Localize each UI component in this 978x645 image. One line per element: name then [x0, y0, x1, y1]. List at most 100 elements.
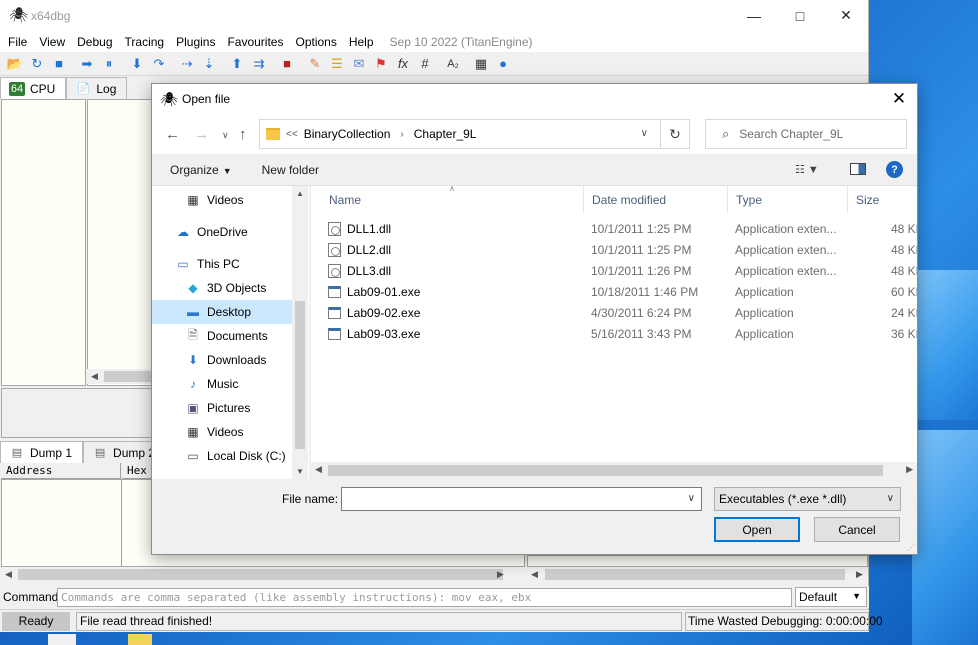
command-input[interactable]: Commands are comma separated (like assem…: [57, 587, 792, 607]
tab-log[interactable]: 📄 Log: [66, 77, 128, 99]
tab-dump-1[interactable]: ▤ Dump 1: [0, 441, 84, 463]
pause-icon[interactable]: ⏸: [98, 54, 120, 74]
menu-plugins[interactable]: Plugins: [170, 35, 221, 49]
menu-favourites[interactable]: Favourites: [221, 35, 289, 49]
file-row[interactable]: DLL3.dll 10/1/2011 1:26 PM Application e…: [311, 260, 917, 281]
cancel-button[interactable]: Cancel: [814, 517, 900, 542]
chevron-down-icon[interactable]: ∨: [641, 128, 648, 139]
scroll-thumb[interactable]: [295, 301, 305, 449]
nav-item-this-pc[interactable]: ▭ This PC: [152, 252, 292, 276]
nav-item-downloads[interactable]: ⬇ Downloads: [152, 348, 292, 372]
nav-item-pictures[interactable]: ▣ Pictures: [152, 396, 292, 420]
nav-item-music[interactable]: ♪ Music: [152, 372, 292, 396]
calculator-icon[interactable]: ▦: [470, 54, 492, 74]
patch-icon[interactable]: ✎: [304, 54, 326, 74]
command-mode-select[interactable]: Default ▼: [795, 587, 867, 607]
file-row[interactable]: Lab09-02.exe 4/30/2011 6:24 PM Applicati…: [311, 302, 917, 323]
column-header-size[interactable]: Size: [848, 186, 917, 213]
execute-till-return-icon[interactable]: ⬆: [226, 54, 248, 74]
column-header-hex[interactable]: Hex: [122, 463, 152, 479]
menu-help[interactable]: Help: [343, 35, 380, 49]
file-row[interactable]: Lab09-03.exe 5/16/2011 3:43 PM Applicati…: [311, 323, 917, 344]
menu-view[interactable]: View: [33, 35, 71, 49]
file-row[interactable]: DLL2.dll 10/1/2011 1:25 PM Application e…: [311, 239, 917, 260]
nav-item-3d-objects[interactable]: ◆ 3D Objects: [152, 276, 292, 300]
variables-icon[interactable]: #: [414, 54, 436, 74]
dump-hscroll[interactable]: ◀ ▶: [1, 567, 525, 582]
scroll-up-icon[interactable]: ▲: [296, 189, 304, 198]
tab-cpu[interactable]: 64 CPU: [0, 77, 67, 99]
help-icon[interactable]: ?: [886, 161, 903, 178]
file-type-select[interactable]: Executables (*.exe *.dll) ∨: [714, 487, 901, 511]
resize-grip-icon[interactable]: ⋰: [907, 543, 915, 552]
scylla-icon[interactable]: ■: [276, 54, 298, 74]
menu-options[interactable]: Options: [289, 35, 342, 49]
refresh-button[interactable]: ↻: [660, 119, 690, 149]
file-row[interactable]: Lab09-01.exe 10/18/2011 1:46 PM Applicat…: [311, 281, 917, 302]
address-bar[interactable]: << BinaryCollection › Chapter_9L ∨: [259, 119, 689, 149]
menu-debug[interactable]: Debug: [71, 35, 118, 49]
scroll-left-icon[interactable]: ◀: [315, 464, 322, 475]
scroll-right-icon[interactable]: ▶: [856, 569, 863, 580]
stop-icon[interactable]: ■: [48, 54, 70, 74]
bookmarks-icon[interactable]: ⚑: [370, 54, 392, 74]
column-header-type[interactable]: Type: [728, 186, 848, 213]
run-icon[interactable]: ➡: [76, 54, 98, 74]
trace-over-icon[interactable]: ⇣: [198, 54, 220, 74]
maximize-button[interactable]: □: [777, 0, 823, 31]
run-to-user-code-icon[interactable]: ⇉: [248, 54, 270, 74]
nav-item-documents[interactable]: 🗎 Documents: [152, 324, 292, 348]
cpu-sidebar-pane[interactable]: [1, 99, 86, 386]
scroll-left-icon[interactable]: ◀: [5, 569, 12, 580]
file-list-hscroll[interactable]: ◀ ▶: [311, 462, 917, 479]
column-header-date[interactable]: Date modified: [584, 186, 728, 213]
disassembly-hscroll[interactable]: ◀: [87, 369, 157, 384]
nav-item-videos[interactable]: ▦ Videos: [152, 420, 292, 444]
globe-icon[interactable]: ●: [492, 54, 514, 74]
open-folder-icon[interactable]: 📂: [4, 54, 26, 74]
close-button[interactable]: ✕: [823, 0, 869, 31]
back-arrow-icon[interactable]: ←: [165, 126, 180, 143]
file-name-input[interactable]: ∨: [341, 487, 702, 511]
nav-item-onedrive[interactable]: ☁ OneDrive: [152, 220, 292, 244]
preview-pane-icon[interactable]: [850, 163, 866, 175]
scroll-right-icon[interactable]: ▶: [497, 569, 504, 580]
scroll-thumb[interactable]: [328, 465, 883, 476]
recent-locations-icon[interactable]: ∨: [222, 130, 229, 141]
breadcrumb-item[interactable]: Chapter_9L: [414, 127, 477, 141]
dialog-close-button[interactable]: ✕: [887, 88, 911, 110]
strings-icon[interactable]: A₂: [442, 54, 464, 74]
step-into-icon[interactable]: ⬇: [126, 54, 148, 74]
breadcrumb-overflow[interactable]: <<: [286, 129, 298, 140]
forward-arrow-icon[interactable]: →: [194, 126, 209, 143]
scroll-down-icon[interactable]: ▼: [296, 467, 304, 476]
open-button[interactable]: Open: [714, 517, 800, 542]
column-header-name[interactable]: Name: [321, 186, 584, 213]
stack-hscroll[interactable]: ◀ ▶: [527, 567, 868, 582]
view-options-icon[interactable]: ☷ ▼: [795, 163, 819, 176]
trace-into-icon[interactable]: ⇢: [176, 54, 198, 74]
scroll-left-icon[interactable]: ◀: [91, 371, 98, 382]
new-folder-button[interactable]: New folder: [262, 163, 319, 177]
breadcrumb-item[interactable]: BinaryCollection: [304, 127, 391, 141]
search-input[interactable]: ⌕ Search Chapter_9L: [705, 119, 907, 149]
comments-icon[interactable]: ☰: [326, 54, 348, 74]
column-header-address[interactable]: Address: [1, 463, 121, 479]
menu-tracing[interactable]: Tracing: [119, 35, 171, 49]
organize-button[interactable]: Organize ▼: [170, 163, 232, 177]
chevron-down-icon[interactable]: ∨: [688, 493, 695, 504]
file-row[interactable]: DLL1.dll 10/1/2011 1:25 PM Application e…: [311, 218, 917, 239]
nav-item-local-disk[interactable]: ▭ Local Disk (C:): [152, 444, 292, 468]
step-over-icon[interactable]: ↷: [148, 54, 170, 74]
disassembly-pane[interactable]: [87, 99, 157, 386]
scroll-right-icon[interactable]: ▶: [906, 464, 913, 475]
menu-file[interactable]: File: [2, 35, 33, 49]
functions-icon[interactable]: fx: [392, 54, 414, 74]
restart-icon[interactable]: ↻: [26, 54, 48, 74]
stack-pane[interactable]: [527, 555, 868, 567]
minimize-button[interactable]: —: [731, 0, 777, 31]
nav-item-desktop[interactable]: ▬ Desktop: [152, 300, 292, 324]
labels-icon[interactable]: ✉: [348, 54, 370, 74]
up-arrow-icon[interactable]: ↑: [239, 126, 247, 143]
scroll-left-icon[interactable]: ◀: [531, 569, 538, 580]
